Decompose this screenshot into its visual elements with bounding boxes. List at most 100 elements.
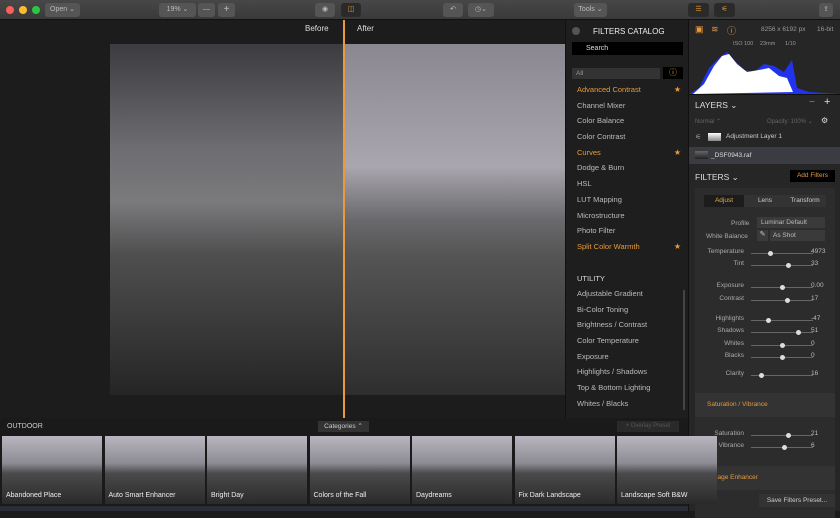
zoom-out-button[interactable]: —: [198, 3, 215, 17]
layer-row[interactable]: _DSF0943.raf: [689, 147, 840, 164]
layers-title[interactable]: LAYERS ⌄: [695, 100, 737, 111]
slider-handle[interactable]: [780, 355, 785, 360]
slider-handle[interactable]: [758, 373, 764, 378]
slider-value[interactable]: 51: [811, 327, 818, 334]
blend-mode-select[interactable]: Normal ⌃: [695, 118, 721, 125]
filters-title[interactable]: FILTERS ⌄: [695, 172, 739, 183]
slider-handle[interactable]: [786, 263, 792, 268]
zoom-in-button[interactable]: +: [218, 3, 235, 17]
slider-value[interactable]: 33: [811, 260, 818, 267]
catalog-item[interactable]: Microstructure: [566, 208, 689, 224]
favorite-star-icon[interactable]: ★: [674, 82, 681, 98]
eyedropper-icon[interactable]: ✎: [757, 230, 768, 241]
slider-handle[interactable]: [765, 318, 771, 323]
layer-row[interactable]: ⚟ Adjustment Layer 1: [689, 130, 840, 146]
photo-canvas[interactable]: [110, 44, 565, 395]
preset-thumbnail[interactable]: Bright Day: [207, 436, 307, 504]
split-divider-handle[interactable]: [343, 20, 345, 418]
layer-settings-gear-icon[interactable]: ⚙: [821, 116, 828, 125]
slider-value[interactable]: 17: [811, 295, 818, 302]
zoom-select[interactable]: 19% ⌄: [159, 3, 196, 17]
catalog-item[interactable]: Split Color Warmth ★: [566, 239, 689, 255]
preset-thumbnail[interactable]: Abandoned Place: [2, 436, 102, 504]
slider-track[interactable]: [751, 318, 813, 323]
white-balance-select[interactable]: As Shot: [770, 230, 825, 241]
tab-transform[interactable]: Transform: [784, 195, 826, 207]
catalog-filter-select[interactable]: All: [572, 68, 660, 79]
preset-thumbnail[interactable]: Landscape Soft B&W: [617, 436, 717, 504]
close-window-button[interactable]: [6, 6, 14, 14]
profile-select[interactable]: Luminar Default: [757, 217, 825, 228]
image-info-icon[interactable]: ▣: [695, 24, 704, 35]
slider-track[interactable]: [751, 343, 813, 348]
remove-layer-button[interactable]: −: [809, 97, 815, 108]
slider-handle[interactable]: [767, 251, 773, 256]
share-icon[interactable]: ⇪: [819, 3, 833, 17]
slider-handle[interactable]: [786, 433, 792, 438]
catalog-item[interactable]: LUT Mapping: [566, 192, 689, 208]
slider-track[interactable]: [751, 251, 813, 256]
catalog-search-input[interactable]: Search: [572, 42, 683, 55]
preset-thumbnail[interactable]: Colors of the Fall: [309, 436, 410, 504]
preset-thumbnail[interactable]: Auto Smart Enhancer: [104, 436, 205, 504]
catalog-scrollbar[interactable]: [683, 290, 685, 410]
catalog-item[interactable]: Advanced Contrast ★: [566, 82, 689, 98]
saturation-vibrance-section[interactable]: Saturation / Vibrance: [695, 393, 835, 417]
categories-button[interactable]: Categories ⌃: [318, 421, 369, 432]
compare-split-icon[interactable]: ◫: [341, 3, 361, 17]
preset-thumbnail[interactable]: Fix Dark Landscape: [514, 436, 615, 504]
history-icon[interactable]: ◷⌄: [468, 3, 494, 17]
catalog-item[interactable]: Dodge & Burn: [566, 160, 689, 176]
slider-track[interactable]: [751, 330, 813, 335]
catalog-item[interactable]: Color Balance: [566, 113, 689, 129]
catalog-item[interactable]: Highlights / Shadows: [566, 364, 689, 380]
catalog-item[interactable]: Whites / Blacks: [566, 396, 689, 412]
info-circle-icon[interactable]: ⓘ: [727, 24, 736, 37]
slider-track[interactable]: [751, 433, 813, 438]
favorite-star-icon[interactable]: ★: [674, 145, 681, 161]
overlay-preset-button[interactable]: + Overlay Preset: [617, 421, 679, 432]
slider-value[interactable]: 4973: [811, 248, 825, 255]
slider-value[interactable]: 0.00: [811, 282, 824, 289]
save-filters-preset-button[interactable]: Save Filters Preset...: [759, 494, 835, 507]
slider-value[interactable]: 6: [811, 442, 815, 449]
slider-handle[interactable]: [784, 298, 790, 303]
presets-panel-icon[interactable]: ☰: [688, 3, 709, 17]
catalog-item[interactable]: Curves ★: [566, 145, 689, 161]
slider-track[interactable]: [751, 373, 813, 378]
add-layer-button[interactable]: +: [824, 96, 830, 108]
slider-track[interactable]: [751, 445, 813, 450]
catalog-item[interactable]: Brightness / Contrast: [566, 317, 689, 333]
slider-handle[interactable]: [781, 445, 787, 450]
slider-track[interactable]: [751, 298, 813, 303]
catalog-item[interactable]: Channel Mixer: [566, 98, 689, 114]
filters-panel-icon[interactable]: ⚟: [714, 3, 735, 17]
catalog-item[interactable]: Color Contrast: [566, 129, 689, 145]
close-catalog-icon[interactable]: [572, 27, 580, 35]
slider-track[interactable]: [751, 355, 813, 360]
slider-value[interactable]: 21: [811, 430, 818, 437]
info-icon[interactable]: ⓘ: [663, 67, 683, 79]
layers-icon[interactable]: ≋: [711, 24, 719, 35]
preview-eye-icon[interactable]: ◉: [315, 3, 335, 17]
catalog-item[interactable]: Color Temperature: [566, 333, 689, 349]
opacity-select[interactable]: Opacity: 100% ⌄: [767, 118, 813, 125]
slider-value[interactable]: -47: [811, 315, 820, 322]
catalog-item[interactable]: Adjustable Gradient: [566, 286, 689, 302]
tab-lens[interactable]: Lens: [746, 195, 784, 207]
minimize-window-button[interactable]: [19, 6, 27, 14]
slider-value[interactable]: 0: [811, 352, 815, 359]
catalog-item[interactable]: Photo Filter: [566, 223, 689, 239]
catalog-item[interactable]: Bi-Color Toning: [566, 302, 689, 318]
tools-button[interactable]: Tools ⌄: [574, 3, 607, 17]
preset-thumbnail[interactable]: Daydreams: [412, 436, 512, 504]
slider-handle[interactable]: [780, 285, 785, 290]
slider-track[interactable]: [751, 285, 813, 290]
slider-value[interactable]: 16: [811, 370, 818, 377]
favorite-star-icon[interactable]: ★: [674, 239, 681, 255]
slider-handle[interactable]: [795, 330, 801, 335]
slider-track[interactable]: [751, 263, 813, 268]
slider-handle[interactable]: [780, 343, 785, 348]
add-filters-button[interactable]: Add Filters: [790, 170, 835, 182]
undo-icon[interactable]: ↶: [443, 3, 463, 17]
